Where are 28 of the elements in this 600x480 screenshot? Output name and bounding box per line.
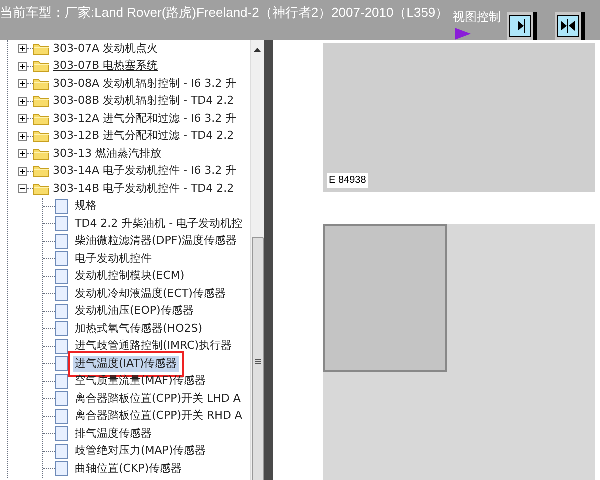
tree-folder-item[interactable]: 303-13 燃油蒸汽排放: [53, 146, 162, 162]
tree-document-item[interactable]: 曲轴位置(CKP)传感器: [73, 460, 184, 477]
tree-document-item[interactable]: 进气温度(IAT)传感器: [73, 356, 180, 372]
tree-folder-item[interactable]: 303-12B 进气分配和过滤 - TD4 2.2: [53, 128, 234, 144]
tree-document-item[interactable]: 离合器踏板位置(CPP)开关 RHD A: [73, 408, 244, 424]
tree-document-item[interactable]: 发动机冷却液温度(ECT)传感器: [73, 286, 228, 302]
tree-folder-item[interactable]: 303-07B 电热塞系统: [53, 58, 158, 74]
tree-document-item[interactable]: 离合器踏板位置(CPP)开关 LHD A: [73, 390, 243, 407]
tree-document-item[interactable]: 进气歧管通路控制(IMRC)执行器: [73, 338, 234, 354]
tree-document-item[interactable]: 空气质量流量(MAF)传感器: [73, 373, 208, 390]
tree-folder-item[interactable]: 303-12A 进气分配和过滤 - I6 3.2 升: [53, 110, 237, 127]
tree-document-item[interactable]: 柴油微粒滤清器(DPF)温度传感器: [73, 233, 240, 250]
tree-folder-item[interactable]: 303-08A 发动机辐射控制 - I6 3.2 升: [53, 76, 237, 92]
tree-document-item[interactable]: TD4 2.2 升柴油机 - 电子发动机控: [73, 216, 245, 232]
tree-folder-item[interactable]: 303-07A 发动机点火: [53, 40, 158, 57]
vehicle-model-title: 当前车型：厂家:Land Rover(路虎)Freeland-2（神行者2）2007-2010（L359）: [0, 4, 449, 22]
tree-folder-item[interactable]: 303-08B 发动机辐射控制 - TD4 2.2: [53, 93, 234, 110]
tree-document-item[interactable]: 发动机油压(EOP)传感器: [73, 303, 196, 320]
figure-label: E 84938: [327, 172, 368, 188]
tree-document-item[interactable]: 规格: [73, 198, 99, 214]
tree-document-item[interactable]: 加热式氧气传感器(HO2S): [73, 320, 204, 337]
tree-folder-item[interactable]: 303-14B 电子发动机控件 - TD4 2.2: [53, 180, 234, 197]
tree-document-item[interactable]: 发动机控制模块(ECM): [73, 268, 187, 284]
tree-document-item[interactable]: 歧管绝对压力(MAP)传感器: [73, 443, 208, 460]
tree-document-item[interactable]: 电子发动机控件: [73, 250, 154, 267]
tree-folder-item[interactable]: 303-14A 电子发动机控件 - I6 3.2 升: [53, 163, 237, 180]
view-control-label: 视图控制: [453, 9, 501, 26]
tree-document-item[interactable]: 排气温度传感器: [73, 426, 154, 442]
